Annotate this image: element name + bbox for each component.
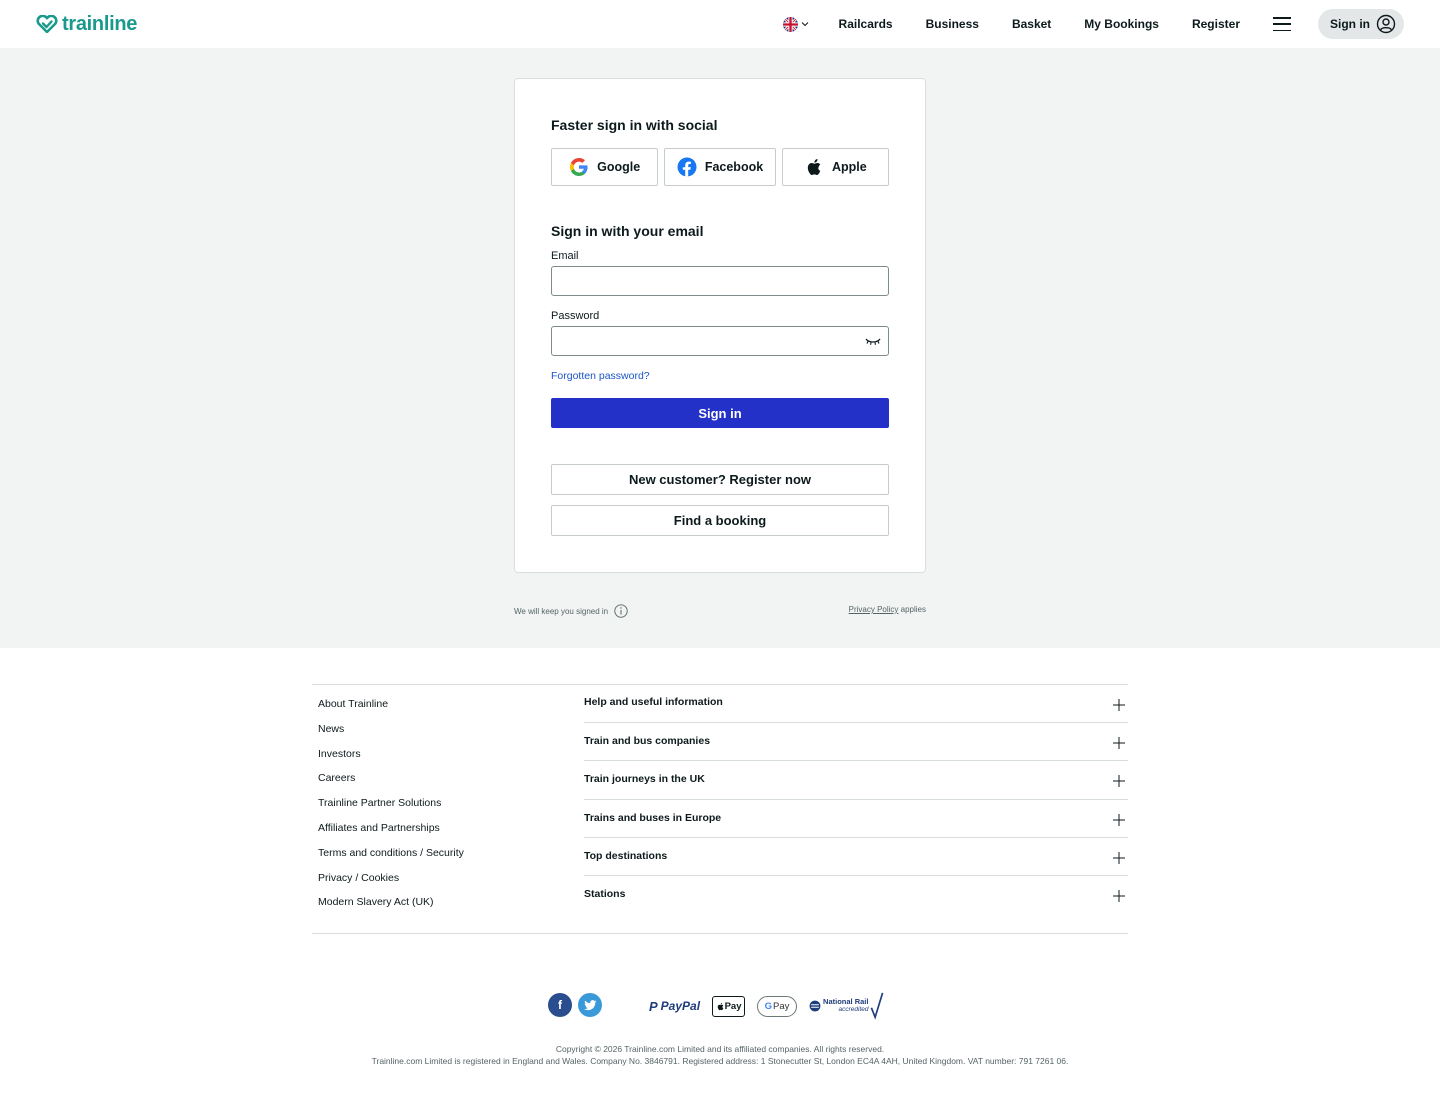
twitter-link-icon[interactable] — [578, 993, 602, 1017]
keep-signed-in-text: We will keep you signed in — [514, 606, 609, 616]
uk-flag-icon — [782, 16, 798, 32]
apple-pay-icon — [717, 1002, 723, 1010]
facebook-sign-in-button[interactable]: Facebook — [664, 148, 776, 186]
copyright-text: Copyright © 2026 Trainline.com Limited a… — [555, 1044, 885, 1054]
info-icon[interactable] — [614, 604, 628, 618]
footer-links: About Trainline News Investors Careers T… — [318, 698, 464, 921]
nav-business[interactable]: Business — [926, 17, 979, 31]
social-links: f — [548, 993, 602, 1017]
footer-link-privacy[interactable]: Privacy / Cookies — [318, 872, 464, 897]
password-input[interactable] — [551, 326, 889, 356]
google-pay-label: Pay — [773, 1000, 790, 1012]
nav-railcards[interactable]: Railcards — [839, 17, 893, 31]
facebook-link-icon[interactable]: f — [548, 993, 572, 1017]
apple-pay-badge: Pay — [712, 995, 746, 1017]
eye-closed-icon[interactable] — [865, 336, 881, 346]
accordion-companies[interactable]: Train and bus companies — [584, 723, 1128, 762]
nav-basket[interactable]: Basket — [1012, 17, 1051, 31]
user-account-icon — [1376, 14, 1396, 34]
google-pay-badge: G Pay — [757, 995, 798, 1017]
sign-in-button[interactable]: Sign in — [551, 398, 889, 428]
header-sign-in-button[interactable]: Sign in — [1318, 9, 1404, 39]
header-sign-in-label: Sign in — [1330, 17, 1370, 31]
tick-icon — [871, 992, 884, 1020]
plus-icon — [1113, 737, 1125, 750]
privacy-policy-link[interactable]: Privacy Policy — [849, 605, 899, 614]
accordion-help[interactable]: Help and useful information — [584, 685, 1128, 724]
main-area: Faster sign in with social Google Facebo… — [0, 48, 1440, 648]
accordion-uk-journeys[interactable]: Train journeys in the UK — [584, 761, 1128, 800]
accordion-top-destinations[interactable]: Top destinations — [584, 838, 1128, 876]
language-selector[interactable] — [782, 16, 809, 32]
menu-icon[interactable] — [1273, 17, 1291, 31]
social-buttons-row: Google Facebook Apple — [551, 148, 889, 186]
privacy-suffix: applies — [898, 605, 926, 614]
national-rail-sub: accredited — [838, 1006, 869, 1013]
footer-link-terms[interactable]: Terms and conditions / Security — [318, 847, 464, 872]
plus-icon — [1113, 889, 1125, 902]
footer-link-about[interactable]: About Trainline — [318, 698, 464, 723]
site-footer: About Trainline News Investors Careers T… — [0, 648, 1440, 1102]
paypal-icon: P — [649, 998, 658, 1014]
register-now-button[interactable]: New customer? Register now — [551, 464, 889, 495]
plus-icon — [1113, 775, 1125, 788]
email-label: Email — [551, 250, 579, 262]
email-input[interactable] — [551, 266, 889, 296]
apple-label: Apple — [831, 160, 867, 174]
accordion-title: Stations — [584, 887, 626, 900]
footer-link-careers[interactable]: Careers — [318, 772, 464, 797]
footer-link-affiliates[interactable]: Affiliates and Partnerships — [318, 822, 464, 847]
accordion-europe[interactable]: Trains and buses in Europe — [584, 800, 1128, 838]
national-rail-badge: National Rail accredited — [809, 992, 884, 1020]
forgotten-password-link[interactable]: Forgotten password? — [551, 370, 650, 382]
logo-text: trainline — [62, 12, 138, 35]
trainline-logo[interactable]: trainline — [36, 13, 137, 36]
privacy-note: Privacy Policy applies — [849, 605, 926, 614]
accordion-stations[interactable]: Stations — [584, 876, 1128, 914]
top-nav: Railcards Business Basket My Bookings Re… — [782, 0, 1404, 48]
footer-link-partner-solutions[interactable]: Trainline Partner Solutions — [318, 797, 464, 822]
google-pay-g-icon: G — [764, 1000, 773, 1012]
google-label: Google — [597, 160, 641, 174]
social-sign-in-heading: Faster sign in with social — [551, 117, 718, 133]
national-rail-label: National Rail — [823, 997, 869, 1006]
registration-text: Trainline.com Limited is registered in E… — [371, 1056, 1069, 1066]
facebook-label: Facebook — [704, 160, 764, 174]
site-header: trainline Railcards Business Basket My B… — [0, 0, 1440, 48]
plus-icon — [1113, 851, 1125, 864]
keep-signed-in-note: We will keep you signed in — [514, 604, 628, 618]
accordion-title: Help and useful information — [584, 696, 723, 708]
national-rail-icon — [809, 1000, 821, 1012]
chevron-down-icon — [801, 22, 808, 27]
facebook-icon — [677, 157, 697, 177]
apple-icon — [807, 159, 821, 175]
paypal-label: PayPal — [660, 999, 701, 1013]
footer-link-modern-slavery[interactable]: Modern Slavery Act (UK) — [318, 896, 464, 921]
paypal-badge: P PayPal — [649, 999, 700, 1014]
plus-icon — [1113, 813, 1125, 826]
google-icon — [570, 158, 588, 176]
sign-in-card: Faster sign in with social Google Facebo… — [514, 78, 926, 573]
footer-accordion: Help and useful information Train and bu… — [584, 685, 1128, 914]
accordion-title: Trains and buses in Europe — [584, 811, 722, 824]
accordion-title: Train journeys in the UK — [584, 773, 705, 786]
nav-register[interactable]: Register — [1192, 17, 1240, 31]
find-booking-button[interactable]: Find a booking — [551, 505, 889, 536]
accordion-title: Top destinations — [584, 849, 668, 862]
password-label: Password — [551, 310, 600, 322]
apple-sign-in-button[interactable]: Apple — [781, 148, 889, 186]
accordion-title: Train and bus companies — [584, 735, 711, 748]
payment-badges: P PayPal Pay G Pay National Rail accredi… — [649, 992, 884, 1020]
apple-pay-label: Pay — [724, 1000, 742, 1012]
footer-divider-bottom — [312, 933, 1128, 934]
google-sign-in-button[interactable]: Google — [551, 148, 659, 186]
nav-my-bookings[interactable]: My Bookings — [1084, 17, 1159, 31]
email-sign-in-heading: Sign in with your email — [551, 223, 704, 239]
heart-logo-icon — [36, 15, 58, 33]
footer-link-news[interactable]: News — [318, 723, 464, 748]
footer-link-investors[interactable]: Investors — [318, 748, 464, 773]
plus-icon — [1113, 699, 1125, 711]
